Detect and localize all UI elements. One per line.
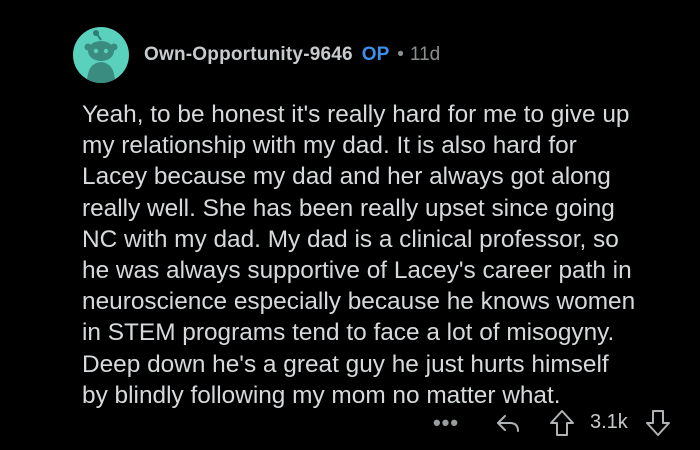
vote-score: 3.1k: [590, 411, 628, 433]
avatar[interactable]: [73, 27, 129, 83]
upvote-arrow-icon: [550, 410, 574, 436]
comment-actions: ••• 3.1k: [0, 405, 700, 441]
reply-button[interactable]: [494, 407, 522, 439]
downvote-button[interactable]: [644, 407, 672, 439]
comment-body: Yeah, to be honest it's really hard for …: [82, 101, 636, 409]
comment-header: Own-Opportunity-9646 OP • 11d: [73, 27, 440, 83]
downvote-arrow-icon: [646, 410, 670, 436]
username[interactable]: Own-Opportunity-9646: [144, 44, 353, 66]
more-options-button[interactable]: •••: [432, 407, 460, 439]
comment-card: Own-Opportunity-9646 OP • 11d Yeah, to b…: [0, 0, 700, 450]
snoo-avatar-icon: [84, 30, 118, 83]
separator-dot: •: [397, 44, 404, 65]
reply-arrow-icon: [497, 415, 519, 432]
op-badge: OP: [361, 44, 390, 65]
upvote-button[interactable]: [548, 407, 576, 439]
comment-age: 11d: [409, 44, 441, 65]
